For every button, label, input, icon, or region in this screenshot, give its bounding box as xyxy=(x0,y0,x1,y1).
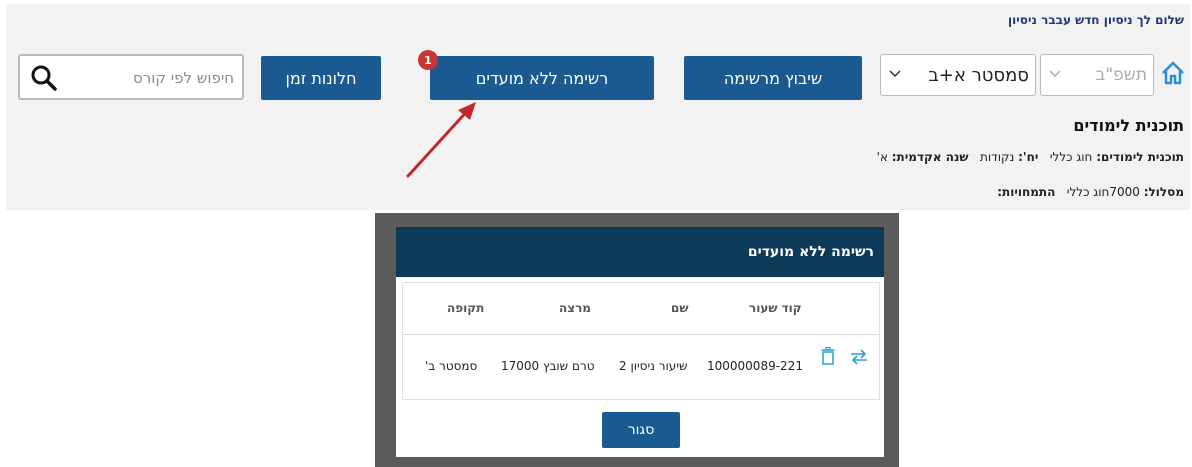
chevron-down-icon xyxy=(1049,70,1061,78)
academic-year-value: א' xyxy=(876,150,888,164)
search-icon[interactable] xyxy=(30,64,58,92)
academic-year-label: שנה אקדמית: xyxy=(891,150,969,164)
no-exams-table: קוד שעור שם מרצה תקופה 100000089-221 שיע… xyxy=(402,282,880,400)
specializations-label: התמחויות: xyxy=(997,185,1056,199)
home-icon[interactable] xyxy=(1160,60,1186,86)
row-period: סמסטר ב' xyxy=(425,359,478,373)
study-plan-details: תוכנית לימודים: חוג כללי יח': נקודות שנה… xyxy=(877,150,1184,164)
chevron-down-icon xyxy=(889,70,901,78)
build-from-list-button[interactable]: שיבוץ מרשימה xyxy=(684,56,862,100)
swap-icon[interactable] xyxy=(849,349,869,365)
row-code: 100000089-221 xyxy=(707,359,803,373)
track-label: מסלול: xyxy=(1143,185,1184,199)
row-lecturer: טרם שובץ 17000 xyxy=(501,359,595,373)
year-select-value: תשפ"ב xyxy=(1095,65,1147,85)
track-details: מסלול: 7000חוג כללי התמחויות: xyxy=(997,185,1184,199)
notification-badge: 1 xyxy=(418,50,438,70)
semester-select-value: סמסטר א+ב xyxy=(928,64,1029,86)
column-header-code: קוד שעור xyxy=(749,301,802,315)
no-exams-list-button[interactable]: רשימה ללא מועדים xyxy=(430,56,654,100)
study-plan-title: תוכנית לימודים xyxy=(1073,116,1184,135)
row-name: שיעור ניסיון 2 xyxy=(619,359,688,373)
close-button[interactable]: סגור xyxy=(602,412,680,448)
no-exams-modal: רשימה ללא מועדים קוד שעור שם מרצה תקופה … xyxy=(396,227,884,457)
modal-title: רשימה ללא מועדים xyxy=(396,227,884,277)
course-search-input[interactable]: חיפוש לפי קורס xyxy=(18,54,244,100)
track-value: 7000חוג כללי xyxy=(1066,185,1140,199)
plan-label: תוכנית לימודים: xyxy=(1096,150,1184,164)
column-header-lecturer: מרצה xyxy=(559,301,591,315)
annotation-arrow xyxy=(406,102,476,178)
credits-label: יח': xyxy=(1018,150,1039,164)
modal-overlay: רשימה ללא מועדים קוד שעור שם מרצה תקופה … xyxy=(375,213,899,467)
top-panel: שלום לך ניסיון חדש עבבר ניסיון תשפ"ב סמס… xyxy=(6,4,1190,210)
column-header-name: שם xyxy=(671,301,689,315)
time-windows-button[interactable]: חלונות זמן xyxy=(261,56,381,100)
search-placeholder: חיפוש לפי קורס xyxy=(133,69,234,87)
table-header: קוד שעור שם מרצה תקופה xyxy=(403,283,879,335)
greeting-text: שלום לך ניסיון חדש עבבר ניסיון xyxy=(1008,13,1184,27)
trash-icon[interactable] xyxy=(821,347,835,365)
credits-value: נקודות xyxy=(980,150,1015,164)
semester-select[interactable]: סמסטר א+ב xyxy=(880,54,1036,96)
year-select[interactable]: תשפ"ב xyxy=(1040,54,1154,96)
plan-value: חוג כללי xyxy=(1049,150,1093,164)
column-header-period: תקופה xyxy=(447,301,485,315)
